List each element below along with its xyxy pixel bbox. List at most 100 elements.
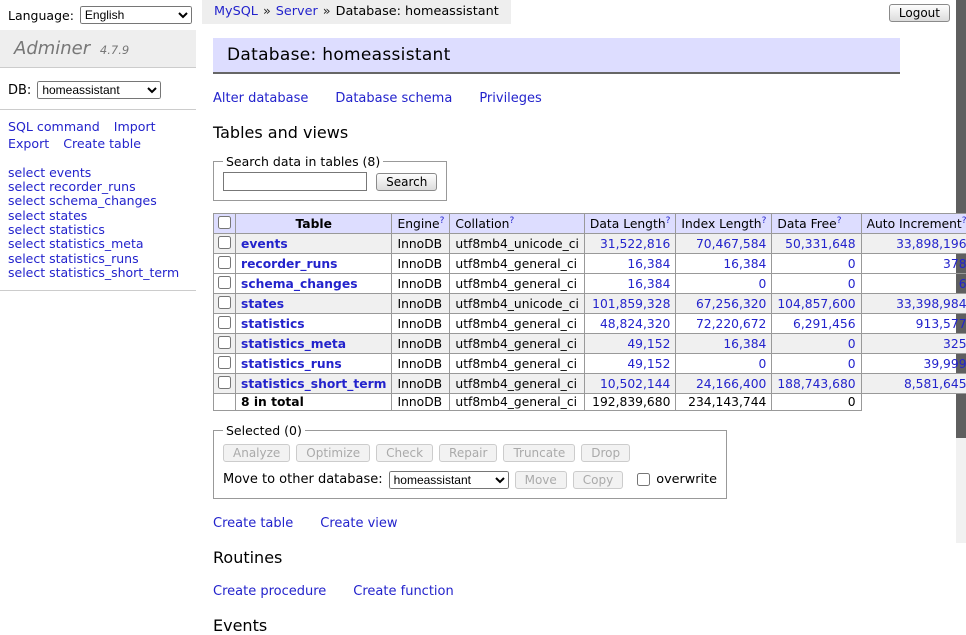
routine-links: Create procedure Create function [213, 584, 900, 599]
table-row: statistics_metaInnoDButf8mb4_general_ci4… [214, 334, 966, 354]
database-action-links: Alter database Database schema Privileges [213, 91, 900, 106]
table-link-statistics[interactable]: statistics [241, 317, 305, 331]
table-link-states[interactable]: states [241, 297, 284, 311]
app-name: Adminer [14, 38, 90, 59]
overwrite-checkbox[interactable] [637, 473, 650, 486]
column-header-index-length: Index Length? [676, 214, 772, 234]
link-create-function[interactable]: Create function [353, 584, 453, 599]
total-value-cell: 192,839,680 [584, 394, 675, 411]
engine-cell: InnoDB [392, 294, 450, 314]
table-name-cell: statistics_runs [236, 354, 392, 374]
data-free-cell: 0 [772, 334, 861, 354]
help-link-data-length[interactable]: ? [666, 216, 671, 226]
table-link-events[interactable]: events [241, 237, 288, 251]
data-length-cell: 49,152 [584, 354, 675, 374]
auto-increment-cell: 33,398,984 [861, 294, 966, 314]
engine-cell: InnoDB [392, 274, 450, 294]
breadcrumb-separator: » [323, 4, 331, 19]
menu-link-import[interactable]: Import [114, 118, 156, 135]
row-checkbox-statistics-runs[interactable] [218, 356, 231, 369]
row-checkbox-statistics-meta[interactable] [218, 336, 231, 349]
total-label-cell: 8 in total [236, 394, 392, 411]
selected-legend: Selected (0) [223, 423, 305, 438]
engine-cell: InnoDB [392, 254, 450, 274]
table-link-statistics-short-term[interactable]: statistics_short_term [241, 377, 386, 391]
data-free-cell: 104,857,600 [772, 294, 861, 314]
breadcrumb-link-mysql[interactable]: MySQL [214, 4, 258, 19]
db-select[interactable]: homeassistant [37, 81, 161, 99]
help-link-engine[interactable]: ? [440, 216, 445, 226]
table-link-recorder-runs[interactable]: recorder_runs [241, 257, 337, 271]
auto-increment-cell: 8,581,645 [861, 374, 966, 394]
search-legend: Search data in tables (8) [223, 154, 383, 169]
data-length-cell: 49,152 [584, 334, 675, 354]
table-link-select-states[interactable]: select states [8, 208, 188, 222]
menu-link-create-table[interactable]: Create table [63, 135, 141, 152]
sidebar-menu-links: SQL command Import Export Create table [0, 110, 186, 152]
table-link-select-statistics-short-term[interactable]: select statistics_short_term [8, 266, 188, 280]
link-privileges[interactable]: Privileges [479, 91, 542, 106]
breadcrumb-separator: » [263, 4, 271, 19]
help-link-index-length[interactable]: ? [762, 216, 767, 226]
routines-heading: Routines [213, 548, 900, 567]
index-length-cell: 16,384 [676, 334, 772, 354]
collation-cell: utf8mb4_general_ci [450, 354, 585, 374]
language-select[interactable]: English [80, 6, 192, 24]
table-link-statistics-meta[interactable]: statistics_meta [241, 337, 346, 351]
link-database-schema[interactable]: Database schema [335, 91, 452, 106]
help-link-data-free[interactable]: ? [837, 216, 842, 226]
table-link-select-events[interactable]: select events [8, 165, 188, 179]
data-length-cell: 48,824,320 [584, 314, 675, 334]
search-button[interactable]: Search [376, 173, 437, 191]
menu-link-export[interactable]: Export [8, 135, 49, 152]
table-link-select-statistics-runs[interactable]: select statistics_runs [8, 251, 188, 265]
select-all-checkbox[interactable] [218, 216, 231, 229]
tables-and-views-heading: Tables and views [213, 123, 900, 142]
collation-cell: utf8mb4_unicode_ci [450, 294, 585, 314]
column-header-engine: Engine? [392, 214, 450, 234]
link-alter-database[interactable]: Alter database [213, 91, 308, 106]
table-row: statistics_runs InnoDButf8mb4_general_ci4… [214, 354, 966, 374]
row-checkbox-schema-changes[interactable] [218, 276, 231, 289]
data-length-cell: 16,384 [584, 254, 675, 274]
index-length-cell: 70,467,584 [676, 234, 772, 254]
data-free-cell: 6,291,456 [772, 314, 861, 334]
db-selector-row: DB: homeassistant [0, 68, 196, 110]
row-checkbox-statistics-short-term[interactable] [218, 376, 231, 389]
search-input[interactable] [223, 172, 367, 191]
column-header-collation: Collation? [450, 214, 585, 234]
row-checkbox-recorder-runs[interactable] [218, 256, 231, 269]
link-create-table[interactable]: Create table [213, 516, 293, 531]
data-free-cell: 50,331,648 [772, 234, 861, 254]
help-link-collation[interactable]: ? [509, 216, 514, 226]
menu-link-sql-command[interactable]: SQL command [8, 118, 100, 135]
drop-button: Drop [581, 444, 630, 462]
table-row: eventsInnoDButf8mb4_unicode_ci31,522,816… [214, 234, 966, 254]
table-link-select-schema-changes[interactable]: select schema_changes [8, 194, 188, 208]
help-link-auto-increment[interactable]: ? [962, 216, 966, 226]
move-db-select[interactable]: homeassistant [389, 471, 509, 489]
row-checkbox-events[interactable] [218, 236, 231, 249]
engine-cell: InnoDB [392, 354, 450, 374]
table-link-select-recorder-runs[interactable]: select recorder_runs [8, 179, 188, 193]
table-name-cell: recorder_runs [236, 254, 392, 274]
row-checkbox-states[interactable] [218, 296, 231, 309]
auto-increment-cell: 913,577 [861, 314, 966, 334]
table-link-select-statistics[interactable]: select statistics [8, 223, 188, 237]
breadcrumb-link-server[interactable]: Server [276, 4, 318, 19]
table-link-select-statistics-meta[interactable]: select statistics_meta [8, 237, 188, 251]
link-create-procedure[interactable]: Create procedure [213, 584, 326, 599]
total-row: 8 in totalInnoDButf8mb4_general_ci192,83… [214, 394, 966, 411]
link-create-view[interactable]: Create view [320, 516, 397, 531]
engine-cell: InnoDB [392, 334, 450, 354]
tables-list-header: TableEngine?Collation?Data Length?Index … [214, 214, 966, 234]
overwrite-option: overwrite [633, 470, 717, 489]
row-checkbox-statistics[interactable] [218, 316, 231, 329]
events-heading: Events [213, 616, 900, 635]
logout-button[interactable]: Logout [889, 4, 950, 22]
table-link-statistics-runs[interactable]: statistics_runs [241, 357, 342, 371]
column-header-table: Table [236, 214, 392, 234]
auto-increment-cell: 378 [861, 254, 966, 274]
column-header-data-length: Data Length? [584, 214, 675, 234]
table-link-schema-changes[interactable]: schema_changes [241, 277, 358, 291]
